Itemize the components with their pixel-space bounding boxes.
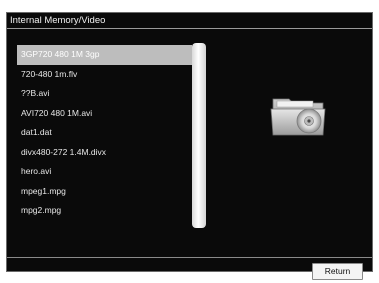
window-title: Internal Memory/Video [10,15,106,26]
file-list-item[interactable]: ??B.avi [17,84,193,104]
file-list-item[interactable]: 720-480 1m.flv [17,65,193,85]
file-list-item[interactable]: mpg2.mpg [17,201,193,221]
return-button[interactable]: Return [312,263,363,280]
scrollbar-track[interactable] [192,43,206,228]
file-list-item[interactable]: divx480-272 1.4M.divx [17,143,193,163]
file-list-item[interactable]: 3GP720 480 1M 3gp [17,45,193,65]
folder-disc-icon [270,98,326,136]
file-list-item[interactable]: dat1.dat [17,123,193,143]
file-list-item[interactable]: hero.avi [17,162,193,182]
file-list-item[interactable]: AVI720 480 1M.avi [17,104,193,124]
file-list-item[interactable]: mpeg1.mpg [17,182,193,202]
title-bar: Internal Memory/Video [7,13,372,29]
video-browser-screen: Internal Memory/Video 3GP720 480 1M 3gp … [6,12,373,280]
footer-divider [7,257,372,258]
scrollbar-thumb[interactable] [192,43,206,228]
file-list: 3GP720 480 1M 3gp 720-480 1m.flv ??B.avi… [17,45,193,221]
